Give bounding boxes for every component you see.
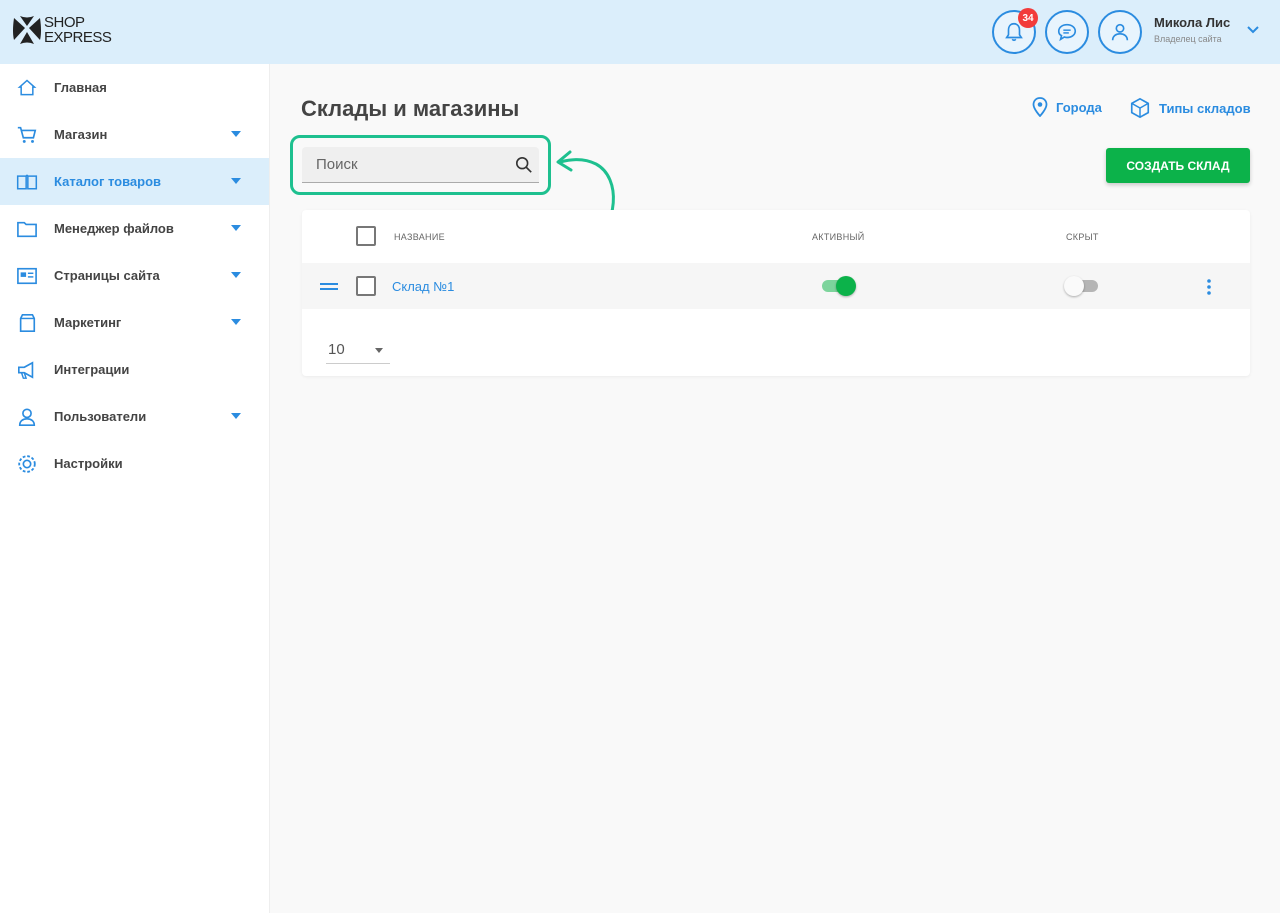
logo-text-bottom: EXPRESS	[44, 29, 112, 46]
logo-text-top: SHOP	[44, 14, 85, 31]
logo-text: SHOP EXPRESS	[44, 14, 112, 46]
chevron-down-icon[interactable]	[1246, 25, 1260, 35]
user-name: Микола Лис	[1154, 15, 1231, 30]
cart-icon	[16, 124, 38, 146]
folder-icon	[16, 218, 38, 240]
caret-down-icon	[375, 348, 383, 353]
row-checkbox[interactable]	[356, 276, 376, 296]
search-field[interactable]	[302, 147, 539, 183]
notifications-button[interactable]: 34	[992, 8, 1038, 54]
rows-per-page-select[interactable]: 10	[326, 338, 390, 364]
sidebar-item-label: Маркетинг	[54, 315, 122, 330]
chat-icon	[1057, 23, 1077, 42]
hidden-toggle[interactable]	[1064, 276, 1100, 296]
marketing-icon	[16, 312, 38, 334]
warehouse-name-link[interactable]: Склад №1	[392, 279, 454, 294]
gear-icon	[16, 453, 38, 475]
warehouse-types-link[interactable]: Типы складов	[1129, 97, 1251, 119]
column-header-hidden: Скрыт	[1066, 232, 1099, 242]
logo[interactable]: SHOP EXPRESS	[12, 14, 112, 46]
cities-link[interactable]: Города	[1032, 97, 1102, 117]
sidebar: Главная Магазин Каталог товаров Менеджер…	[0, 64, 270, 913]
sidebar-item-label: Интеграции	[54, 362, 130, 377]
cities-link-label: Города	[1056, 99, 1102, 115]
more-vertical-icon[interactable]	[1203, 278, 1215, 296]
page-icon	[16, 265, 38, 287]
sidebar-item-label: Магазин	[54, 127, 108, 142]
logo-mark-icon	[13, 16, 41, 44]
sidebar-item-shop[interactable]: Магазин	[0, 111, 269, 158]
user-icon	[1111, 23, 1129, 41]
select-all-checkbox[interactable]	[356, 226, 376, 246]
sidebar-item-marketing[interactable]: Маркетинг	[0, 299, 269, 346]
caret-down-icon[interactable]	[231, 413, 241, 419]
create-warehouse-button[interactable]: СОЗДАТЬ СКЛАД	[1106, 148, 1250, 183]
sidebar-item-label: Страницы сайта	[54, 268, 160, 283]
messages-button[interactable]	[1045, 10, 1089, 54]
sidebar-item-label: Менеджер файлов	[54, 221, 174, 236]
sidebar-item-label: Главная	[54, 80, 107, 95]
table-row[interactable]: Склад №1	[302, 263, 1250, 309]
column-header-active: Активный	[812, 232, 865, 242]
search-input[interactable]	[302, 147, 539, 182]
user-info[interactable]: Микола Лис Владелец сайта	[1154, 15, 1230, 44]
book-icon	[16, 171, 38, 193]
users-icon	[16, 406, 38, 428]
sidebar-item-label: Пользователи	[54, 409, 147, 424]
sidebar-item-file-manager[interactable]: Менеджер файлов	[0, 205, 269, 252]
user-role: Владелец сайта	[1154, 34, 1222, 44]
sidebar-item-pages[interactable]: Страницы сайта	[0, 252, 269, 299]
drag-handle-icon[interactable]	[320, 282, 338, 292]
cube-icon	[1130, 97, 1150, 119]
rows-per-page-value: 10	[328, 341, 345, 358]
active-toggle[interactable]	[820, 276, 856, 296]
sidebar-item-label: Настройки	[54, 456, 123, 471]
warehouses-table: Название Активный Скрыт Склад №1 10	[302, 210, 1250, 376]
caret-down-icon[interactable]	[231, 319, 241, 325]
sidebar-item-label: Каталог товаров	[54, 174, 162, 189]
search-icon[interactable]	[515, 156, 533, 174]
sidebar-item-catalog[interactable]: Каталог товаров	[0, 158, 269, 205]
caret-down-icon[interactable]	[231, 131, 241, 137]
sidebar-item-integrations[interactable]: Интеграции	[0, 346, 269, 393]
sidebar-item-settings[interactable]: Настройки	[0, 440, 269, 487]
sidebar-item-home[interactable]: Главная	[0, 64, 269, 111]
column-header-name: Название	[394, 232, 445, 242]
caret-down-icon[interactable]	[231, 178, 241, 184]
warehouse-types-link-label: Типы складов	[1159, 100, 1251, 116]
caret-down-icon[interactable]	[231, 272, 241, 278]
sidebar-item-users[interactable]: Пользователи	[0, 393, 269, 440]
notifications-badge: 34	[1018, 8, 1038, 28]
caret-down-icon[interactable]	[231, 225, 241, 231]
home-icon	[16, 77, 38, 99]
megaphone-icon	[16, 359, 38, 381]
page-title: Склады и магазины	[301, 96, 520, 121]
top-bar: SHOP EXPRESS 34 Микола Лис Владелец сайт…	[0, 0, 1280, 64]
profile-button[interactable]	[1098, 10, 1142, 54]
location-pin-icon	[1032, 97, 1048, 117]
